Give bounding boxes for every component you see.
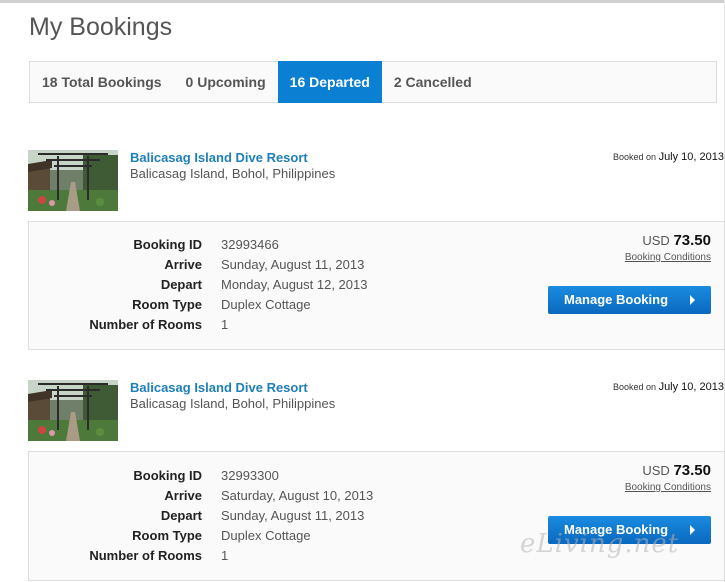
hotel-name-link[interactable]: Balicasag Island Dive Resort [130, 380, 308, 395]
tab-upcoming[interactable]: 0 Upcoming [174, 62, 278, 102]
depart-label: Depart [160, 277, 202, 292]
page-title: My Bookings [29, 13, 173, 41]
booking-details: Booking ID 32993300 Arrive Saturday, Aug… [28, 451, 725, 581]
arrive-value: Saturday, August 10, 2013 [221, 488, 374, 503]
hotel-location: Balicasag Island, Bohol, Philippines [130, 396, 336, 411]
watermark: eLiving.net [520, 529, 680, 559]
price-amount: 73.50 [673, 232, 711, 249]
manage-booking-button[interactable]: Manage Booking [548, 286, 711, 314]
tab-cancelled[interactable]: 2 Cancelled [382, 62, 484, 102]
chevron-right-icon [690, 295, 695, 305]
hotel-photo[interactable] [28, 150, 118, 211]
price-amount: 73.50 [673, 462, 711, 479]
arrive-label: Arrive [164, 488, 202, 503]
room-type-value: Duplex Cottage [221, 297, 311, 312]
room-type-value: Duplex Cottage [221, 528, 311, 543]
manage-booking-label: Manage Booking [564, 292, 669, 307]
num-rooms-label: Number of Rooms [89, 317, 202, 332]
num-rooms-value: 1 [221, 548, 229, 563]
hotel-name-link[interactable]: Balicasag Island Dive Resort [130, 150, 308, 165]
booked-on-info: Booked on July 10, 2013 [613, 151, 724, 163]
booking-id-label: Booking ID [133, 237, 202, 252]
depart-value: Sunday, August 11, 2013 [221, 508, 365, 523]
chevron-right-icon [690, 525, 695, 535]
booking-card: Balicasag Island Dive Resort Balicasag I… [28, 150, 725, 350]
booked-on-label: Booked on [613, 152, 657, 162]
tab-departed[interactable]: 16 Departed [277, 61, 382, 103]
depart-label: Depart [160, 508, 202, 523]
booking-price: USD 73.50 [642, 232, 711, 249]
booking-id-label: Booking ID [133, 468, 202, 483]
booking-conditions-link[interactable]: Booking Conditions [625, 252, 711, 263]
booking-price: USD 73.50 [642, 462, 711, 479]
booked-on-date: July 10, 2013 [658, 381, 724, 393]
num-rooms-value: 1 [221, 317, 229, 332]
hotel-photo-image [28, 150, 118, 211]
arrive-label: Arrive [164, 257, 202, 272]
num-rooms-label: Number of Rooms [89, 548, 202, 563]
booked-on-label: Booked on [613, 382, 657, 392]
room-type-label: Room Type [132, 297, 202, 312]
booking-details: Booking ID 32993466 Arrive Sunday, Augus… [28, 221, 725, 350]
booking-id-value: 32993300 [221, 468, 279, 483]
price-currency: USD [642, 463, 670, 478]
hotel-photo[interactable] [28, 380, 118, 441]
room-type-label: Room Type [132, 528, 202, 543]
booking-id-value: 32993466 [221, 237, 279, 252]
price-currency: USD [642, 233, 670, 248]
booked-on-date: July 10, 2013 [658, 151, 724, 163]
hotel-photo-image [28, 380, 118, 441]
booked-on-info: Booked on July 10, 2013 [613, 381, 724, 393]
depart-value: Monday, August 12, 2013 [221, 277, 368, 292]
hotel-location: Balicasag Island, Bohol, Philippines [130, 166, 336, 181]
top-border [0, 0, 725, 3]
booking-conditions-link[interactable]: Booking Conditions [625, 482, 711, 493]
tab-total-bookings[interactable]: 18 Total Bookings [30, 62, 174, 102]
arrive-value: Sunday, August 11, 2013 [221, 257, 365, 272]
booking-filter-tabs: 18 Total Bookings 0 Upcoming 16 Departed… [29, 61, 717, 103]
